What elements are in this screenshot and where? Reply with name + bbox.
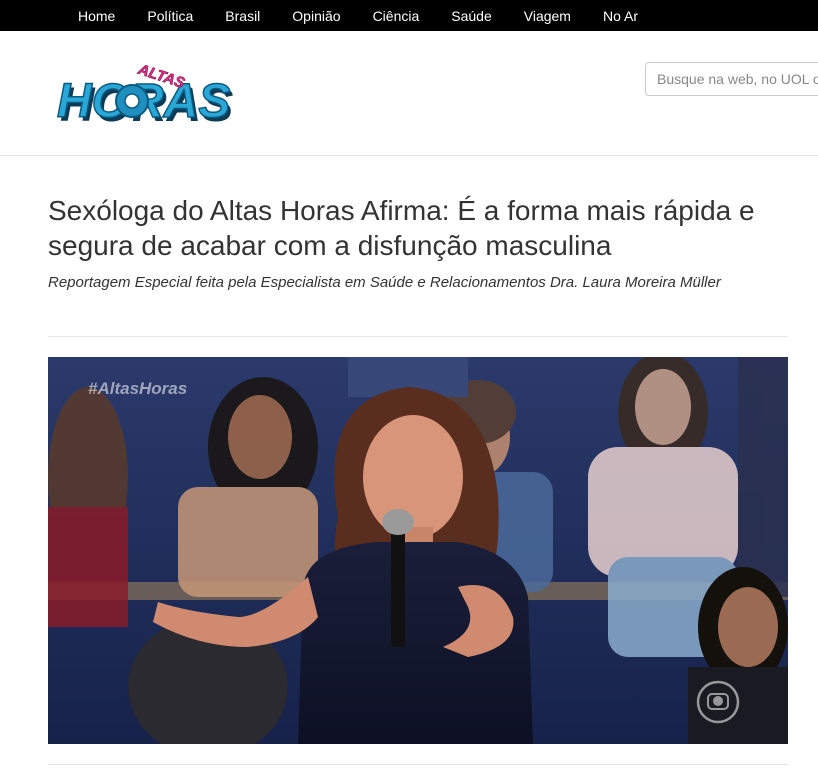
nav-item-home[interactable]: Home (62, 0, 131, 31)
nav-menu: Home Política Brasil Opinião Ciência Saú… (62, 0, 654, 31)
divider (48, 336, 788, 337)
nav-item-ciencia[interactable]: Ciência (357, 0, 436, 31)
image-watermark: #AltasHoras (88, 379, 187, 398)
divider-bottom (48, 764, 788, 765)
nav-item-brasil[interactable]: Brasil (209, 0, 276, 31)
article-subtitle: Reportagem Especial feita pela Especiali… (48, 274, 721, 291)
site-header: HORAS HORAS ALTAS (0, 31, 818, 156)
nav-item-no-ar[interactable]: No Ar (587, 0, 654, 31)
search-input[interactable] (645, 62, 818, 96)
nav-item-viagem[interactable]: Viagem (508, 0, 587, 31)
nav-item-opiniao[interactable]: Opinião (276, 0, 356, 31)
article-title: Sexóloga do Altas Horas Afirma: É a form… (48, 195, 755, 261)
nav-item-politica[interactable]: Política (131, 0, 209, 31)
altas-horas-logo[interactable]: HORAS HORAS ALTAS (54, 53, 244, 133)
article-image: #AltasHoras (48, 357, 788, 744)
nav-item-saude[interactable]: Saúde (435, 0, 507, 31)
top-navigation-bar: Home Política Brasil Opinião Ciência Saú… (0, 0, 818, 31)
